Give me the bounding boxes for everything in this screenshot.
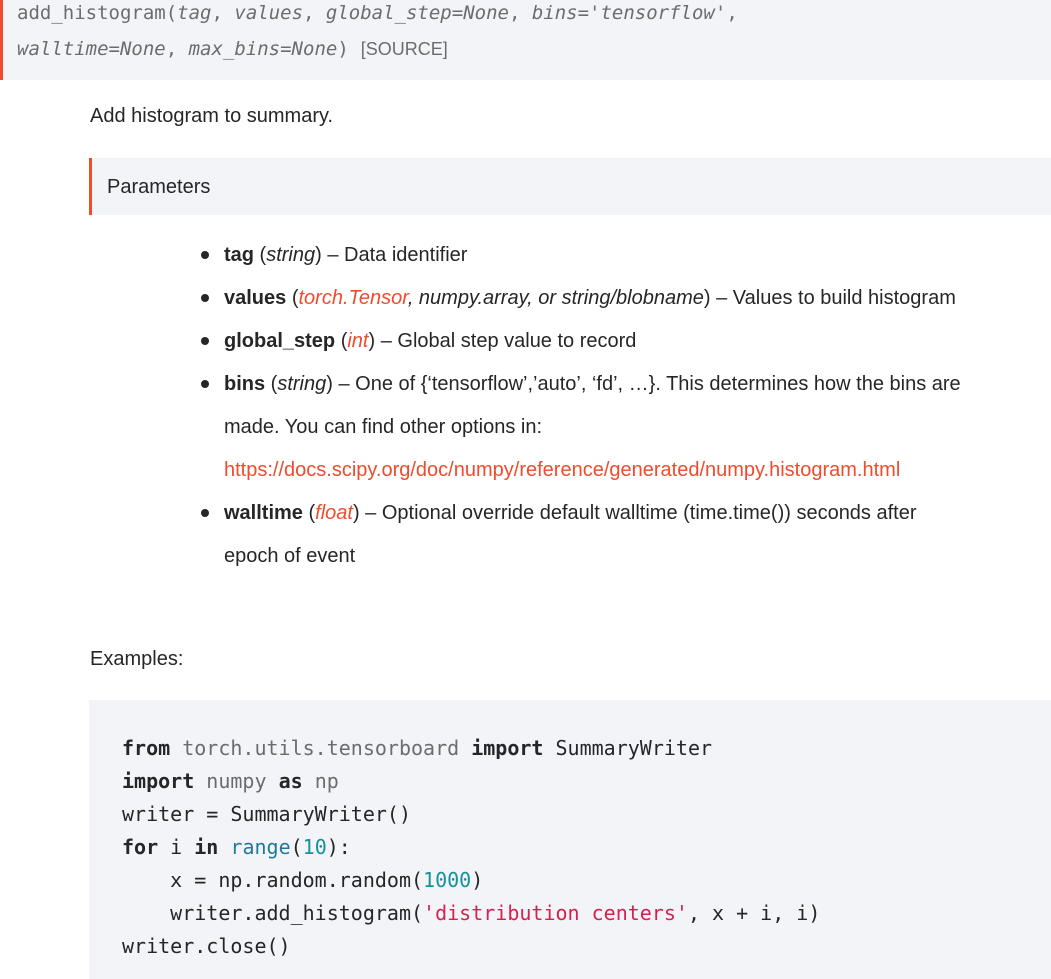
code-line: writer.close() (122, 934, 291, 958)
parameter-name: values (224, 287, 287, 309)
parameter-description: – One of {‘tensorflow’,’auto’, ‘fd’, …}.… (332, 373, 961, 395)
parameter-item-walltime: walltime (float) – Optional override def… (201, 492, 1044, 578)
param-tag: tag (177, 2, 212, 24)
parameter-description: – Optional override default walltime (ti… (359, 502, 917, 524)
parameter-name: bins (224, 373, 266, 395)
code-line: x = np.random.random(1000) (122, 868, 484, 892)
param-walltime: walltime=None (17, 38, 166, 60)
parameter-item-global-step: global_step (int) – Global step value to… (201, 320, 1044, 363)
parameter-item-tag: tag (string) – Data identifier (201, 234, 1044, 277)
parameter-type-link[interactable]: int (347, 330, 368, 352)
parameter-type: , numpy.array, or string/blobname (407, 287, 704, 309)
bullet-icon (201, 337, 209, 345)
parameter-type-link[interactable]: torch.Tensor (298, 287, 407, 309)
examples-label: Examples: (90, 648, 184, 670)
signature-line-2: walltime=None, max_bins=None) [SOURCE] (17, 38, 448, 60)
parameter-description: – Values to build histogram (710, 287, 956, 309)
param-bins: bins='tensorflow' (531, 2, 727, 24)
function-name: add_histogram (17, 2, 166, 24)
parameter-list: tag (string) – Data identifier values (t… (201, 234, 1044, 578)
signature-open-paren: ( (165, 2, 178, 24)
parameter-item-bins: bins (string) – One of {‘tensorflow’,’au… (201, 363, 1044, 492)
param-max-bins: max_bins=None (188, 38, 338, 60)
bullet-icon (201, 251, 209, 259)
bullet-icon (201, 509, 209, 517)
param-global-step: global_step=None (325, 2, 509, 24)
function-signature: add_histogram(tag, values, global_step=N… (0, 0, 1051, 80)
code-line: for i in range(10): (122, 835, 351, 859)
parameters-heading: Parameters (89, 158, 1051, 215)
parameter-name: global_step (224, 330, 336, 352)
parameters-heading-label: Parameters (107, 176, 211, 198)
parameter-description-continued: epoch of event (224, 545, 356, 567)
bullet-icon (201, 380, 209, 388)
bullet-icon (201, 294, 209, 302)
code-line: writer = SummaryWriter() (122, 802, 411, 826)
code-example: from torch.utils.tensorboard import Summ… (89, 700, 1051, 979)
parameter-description: – Data identifier (321, 244, 468, 266)
signature-line-1: add_histogram(tag, values, global_step=N… (17, 2, 738, 24)
parameter-type-link[interactable]: float (315, 502, 353, 524)
code-line: writer.add_histogram('distribution cente… (122, 901, 821, 925)
parameter-type: string (266, 244, 316, 266)
function-description: Add histogram to summary. (90, 105, 334, 127)
parameter-description-continued: made. You can find other options in: (224, 416, 543, 438)
code-line: from torch.utils.tensorboard import Summ… (122, 736, 713, 760)
parameter-item-values: values (torch.Tensor, numpy.array, or st… (201, 277, 1044, 320)
signature-close-paren: ) (337, 38, 349, 60)
code-line: import numpy as np (122, 769, 339, 793)
param-values: values (234, 2, 304, 24)
parameter-description: – Global step value to record (375, 330, 637, 352)
parameter-type: string (277, 373, 327, 395)
numpy-histogram-link[interactable]: https://docs.scipy.org/doc/numpy/referen… (224, 459, 900, 481)
parameter-name: walltime (224, 502, 303, 524)
source-link[interactable]: [SOURCE] (361, 39, 448, 59)
parameter-name: tag (224, 244, 254, 266)
